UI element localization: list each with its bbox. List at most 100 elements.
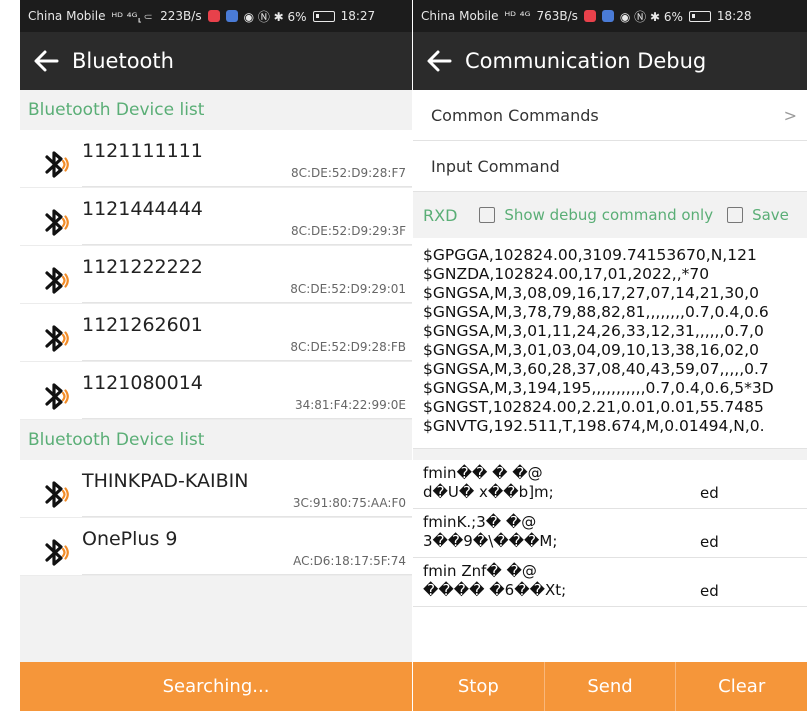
bluetooth-icon <box>40 148 70 182</box>
log-line: $GNGSA,M,3,60,28,37,08,40,43,59,07,,,,,0… <box>423 360 769 378</box>
binary-line: 3��9�\���M; <box>423 532 558 550</box>
bluetooth-icon <box>40 478 70 512</box>
device-row[interactable]: 1121080014 34:81:F4:22:99:0E <box>20 362 412 420</box>
clock: 18:28 <box>716 9 752 23</box>
device-mac: 3C:91:80:75:AA:F0 <box>292 496 406 510</box>
device-name: 1121262601 <box>82 314 203 336</box>
binary-line: fmin Znf� �@ <box>423 562 537 580</box>
back-arrow-icon[interactable] <box>20 32 72 90</box>
action-bar: Stop Send Clear <box>413 662 807 711</box>
bluetooth-icon <box>40 206 70 240</box>
input-command-label: Input Command <box>431 156 560 176</box>
battery-icon <box>688 10 711 22</box>
found-device-list: THINKPAD-KAIBIN 3C:91:80:75:AA:F0 OnePlus … <box>20 460 412 576</box>
show-debug-checkbox[interactable] <box>479 207 496 223</box>
signal-icons: ᴴᴰ ⁴ᴳ <box>504 9 531 23</box>
chevron-right-icon: > <box>783 106 797 125</box>
row-divider <box>82 574 412 575</box>
log-line: $GNGSA,M,3,01,03,04,09,10,13,38,16,02,0 <box>423 341 759 359</box>
carrier-text: China Mobile <box>28 9 106 23</box>
binary-entry: fmin Znf� �@ ���� �6��Xt; ed <box>413 558 807 607</box>
device-row[interactable]: THINKPAD-KAIBIN 3C:91:80:75:AA:F0 <box>20 460 412 518</box>
send-button[interactable]: Send <box>544 662 677 711</box>
input-command-field[interactable]: Input Command <box>413 141 807 192</box>
status-bar: China Mobile ᴴᴰ ⁴ᴳ 763B/s ◉ Ⓝ ✱ 6% 18:28 <box>413 0 807 32</box>
row-divider <box>82 360 412 361</box>
common-commands-label: Common Commands <box>431 105 599 125</box>
bluetooth-icon <box>40 322 70 356</box>
binary-tail: ed <box>700 582 719 600</box>
system-icons: ◉ Ⓝ ✱ 6% <box>243 9 307 24</box>
paired-device-list: 1121111111 8C:DE:52:D9:28:F7 1121444444 8C:… <box>20 130 412 420</box>
clock: 18:27 <box>340 9 376 23</box>
bluetooth-icon <box>40 380 70 414</box>
device-mac: 8C:DE:52:D9:29:01 <box>290 282 406 296</box>
log-line: $GNGSA,M,3,08,09,16,17,27,07,14,21,30,0 <box>423 284 759 302</box>
save-label: Save <box>752 206 789 224</box>
search-button[interactable]: Searching... <box>20 662 412 711</box>
left-margin <box>0 0 20 711</box>
binary-line: d�U� x��b]m; <box>423 483 554 501</box>
row-divider <box>82 186 412 187</box>
title-bar: Communication Debug <box>413 32 807 90</box>
page-title: Communication Debug <box>465 49 707 73</box>
row-divider <box>82 302 412 303</box>
paired-list-header: Bluetooth Device list <box>20 90 412 130</box>
binary-tail: ed <box>700 533 719 551</box>
bluetooth-icon <box>40 536 70 570</box>
page-title: Bluetooth <box>72 49 174 73</box>
binary-entry: fmin�� � �@ d�U� x��b]m; ed <box>413 460 807 509</box>
log-line: $GNVTG,192.511,T,198.674,M,0.01494,N,0. <box>423 417 765 435</box>
binary-tail: ed <box>700 484 719 502</box>
device-name: 1121444444 <box>82 198 203 220</box>
bluetooth-icon <box>40 264 70 298</box>
bluetooth-screen: China Mobile ᴴᴰ ⁴ᴳ⸤⸦ 223B/s ◉ Ⓝ ✱ 6% 18:… <box>20 0 412 711</box>
rxd-toolbar: RXD Show debug command only Save <box>413 192 807 238</box>
binary-line: fmin�� � �@ <box>423 464 543 482</box>
device-row[interactable]: OnePlus 9 AC:D6:18:17:5F:74 <box>20 518 412 576</box>
log-line: $GNGSA,M,3,78,79,88,82,81,,,,,,,,0.7,0.4… <box>423 303 769 321</box>
show-debug-label: Show debug command only <box>504 206 714 224</box>
device-row[interactable]: 1121444444 8C:DE:52:D9:29:3F <box>20 188 412 246</box>
row-divider <box>82 516 412 517</box>
device-name: 1121080014 <box>82 372 203 394</box>
device-row[interactable]: 1121262601 8C:DE:52:D9:28:FB <box>20 304 412 362</box>
save-checkbox[interactable] <box>727 207 744 223</box>
net-speed: 763B/s <box>536 9 578 23</box>
app-notify-icon <box>225 10 238 22</box>
stop-button[interactable]: Stop <box>413 662 545 711</box>
device-name: 1121111111 <box>82 140 203 162</box>
found-list-header: Bluetooth Device list <box>20 420 412 460</box>
title-bar: Bluetooth <box>20 32 412 90</box>
log-line: $GNGSA,M,3,01,11,24,26,33,12,31,,,,,,0.7… <box>423 322 764 340</box>
back-arrow-icon[interactable] <box>413 32 465 90</box>
device-name: 1121222222 <box>82 256 203 278</box>
clear-button[interactable]: Clear <box>676 662 807 711</box>
device-mac: 8C:DE:52:D9:28:FB <box>290 340 406 354</box>
common-commands-row[interactable]: Common Commands > <box>413 90 807 141</box>
battery-icon <box>312 10 335 22</box>
divider <box>413 448 807 460</box>
row-divider <box>82 244 412 245</box>
device-row[interactable]: 1121222222 8C:DE:52:D9:29:01 <box>20 246 412 304</box>
device-mac: 34:81:F4:22:99:0E <box>294 398 406 412</box>
device-name: OnePlus 9 <box>82 528 178 550</box>
binary-line: ���� �6��Xt; <box>423 581 567 599</box>
app-notify-icon <box>207 10 220 22</box>
binary-line: fminK.;3� �@ <box>423 513 537 531</box>
device-name: THINKPAD-KAIBIN <box>82 470 249 492</box>
device-mac: AC:D6:18:17:5F:74 <box>293 554 406 568</box>
system-icons: ◉ Ⓝ ✱ 6% <box>619 9 683 24</box>
received-log[interactable]: $GPGGA,102824.00,3109.74153670,N,121 $GNZ… <box>413 238 807 448</box>
carrier-text: China Mobile <box>421 9 499 23</box>
signal-icons: ᴴᴰ ⁴ᴳ⸤⸦ <box>111 9 155 24</box>
log-line: $GNZDA,102824.00,17,01,2022,,*70 <box>423 265 710 283</box>
app-notify-icon <box>601 10 614 22</box>
log-line: $GNGSA,M,3,194,195,,,,,,,,,,,0.7,0.4,0.6… <box>423 379 774 397</box>
device-mac: 8C:DE:52:D9:28:F7 <box>290 166 406 180</box>
communication-debug-screen: China Mobile ᴴᴰ ⁴ᴳ 763B/s ◉ Ⓝ ✱ 6% 18:28… <box>413 0 807 711</box>
log-line: $GNGST,102824.00,2.21,0.01,0.01,55.7485 <box>423 398 764 416</box>
rxd-label: RXD <box>423 205 458 225</box>
binary-entry: fminK.;3� �@ 3��9�\���M; ed <box>413 509 807 558</box>
device-row[interactable]: 1121111111 8C:DE:52:D9:28:F7 <box>20 130 412 188</box>
